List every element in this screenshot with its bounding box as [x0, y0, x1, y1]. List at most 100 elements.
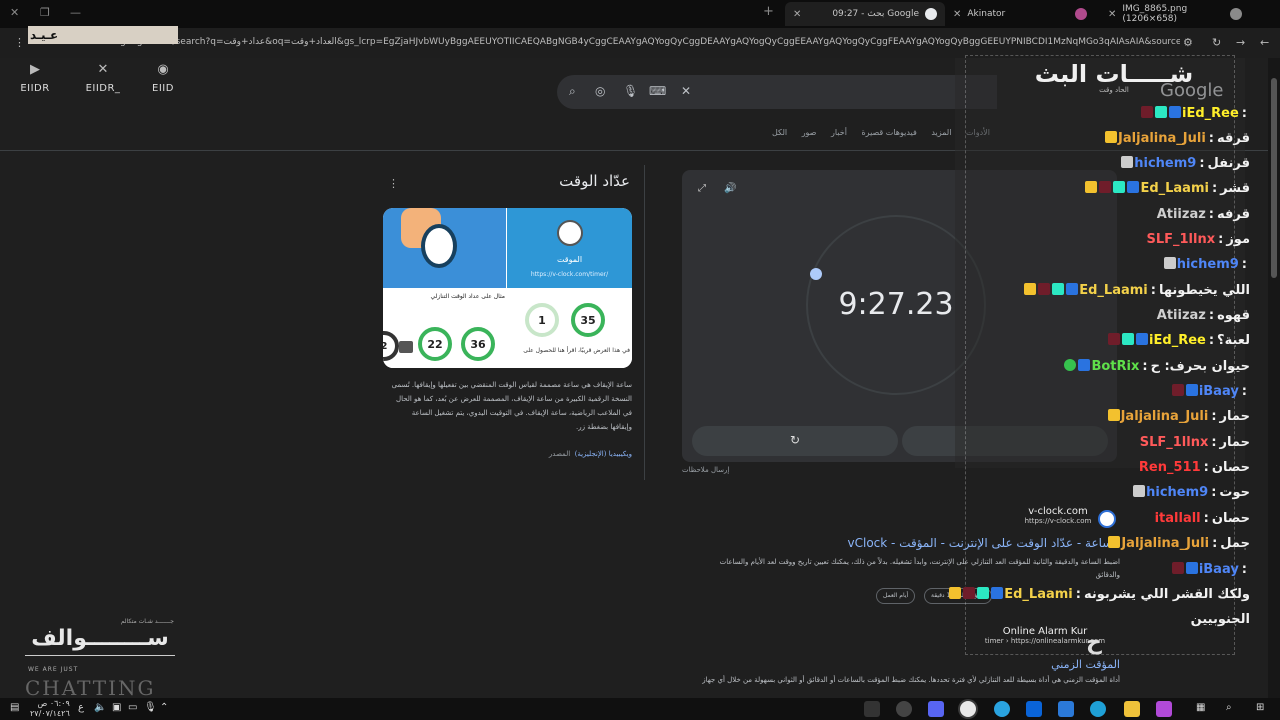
keyboard-icon[interactable]: ⌨	[649, 84, 666, 98]
back-icon[interactable]: ←	[1260, 36, 1269, 49]
mail-taskbar-icon[interactable]	[1026, 701, 1042, 717]
more-options-icon[interactable]: ⋮	[388, 177, 399, 190]
telegram-taskbar-icon[interactable]	[994, 701, 1010, 717]
search-box[interactable]: ⌕ ◎ 🎙 ⌨ ✕	[557, 75, 997, 109]
tray-chevron-icon[interactable]: ⌃	[160, 702, 168, 713]
window-minimize-icon[interactable]: —	[70, 6, 81, 19]
copilot-taskbar-icon[interactable]	[1156, 701, 1172, 717]
lens-icon[interactable]: ◎	[595, 84, 605, 98]
social-discord: ◉ EIID	[138, 62, 188, 94]
tab-shorts[interactable]: فيديوهات قصيرة	[861, 128, 916, 137]
tab-akinator[interactable]: ✕ Akinator	[945, 2, 1095, 26]
page-scrollbar[interactable]	[1268, 58, 1280, 698]
forward-icon[interactable]: →	[1236, 36, 1245, 49]
taskbar-app-icon[interactable]	[864, 701, 880, 717]
new-tab-button[interactable]: +	[763, 4, 774, 19]
store-taskbar-icon[interactable]	[1058, 701, 1074, 717]
taskbar-clock[interactable]: ٠٦:٠٩ ص ٢٧/٠٧/١٤٢٦	[30, 699, 70, 719]
chat-separator: :	[1241, 106, 1247, 121]
discord-taskbar-icon[interactable]	[928, 701, 944, 717]
microphone-icon[interactable]: 🎙	[623, 84, 638, 98]
mod-badge-icon	[1078, 359, 1091, 371]
crown-badge-icon	[1024, 283, 1037, 295]
scrollbar-thumb[interactable]	[1271, 78, 1277, 278]
mod-badge-icon	[1169, 106, 1181, 118]
url-text[interactable]: google.com/search?q=عداد+وقت&oq=العداد+و…	[120, 37, 1180, 47]
tab-all[interactable]: الكل	[772, 128, 787, 137]
close-tab-icon[interactable]: ✕	[793, 9, 801, 20]
chat-message-text: ولكك القشر اللي يشربونه	[1083, 587, 1250, 602]
keyboard-language[interactable]: ع	[78, 702, 84, 713]
display-icon[interactable]: ▭	[128, 702, 137, 713]
youtube-icon: ▶	[30, 62, 40, 77]
knowledge-panel-images[interactable]: الموقت https://v-clock.com/timer/ مثال ع…	[383, 208, 632, 368]
mod-badge-icon	[1185, 562, 1198, 574]
tab-image[interactable]: ✕ IMG_8865.png (1206×658)	[1100, 2, 1250, 26]
reload-icon[interactable]: ↻	[1212, 36, 1221, 49]
source-link[interactable]: ويكيبيديا (الإنجليزية)	[575, 450, 632, 458]
chat-separator: :	[1211, 435, 1217, 450]
tab-news[interactable]: أخبار	[831, 128, 847, 137]
tab-images[interactable]: صور	[802, 128, 817, 137]
mic-icon[interactable]: 🎙	[144, 702, 157, 713]
feedback-link[interactable]: إرسال ملاحظات	[682, 466, 729, 474]
network-icon[interactable]: ▣	[112, 702, 121, 713]
crown-badge-icon	[1108, 536, 1121, 548]
tab-more[interactable]: المزيد	[931, 128, 951, 137]
clear-search-icon[interactable]: ✕	[681, 84, 691, 98]
chat-badges	[948, 587, 1004, 602]
vclock-image[interactable]: الموقت https://v-clock.com/timer/	[507, 208, 632, 288]
chat-message-text: حيوان بحرف: ح	[1150, 359, 1250, 374]
task-view-icon[interactable]: ▦	[1196, 702, 1205, 713]
taskbar-search-icon[interactable]: ⌕	[1226, 702, 1232, 713]
close-tab-icon[interactable]: ✕	[953, 9, 961, 20]
start-icon[interactable]: ⊞	[1256, 702, 1264, 713]
chat-badges	[1084, 181, 1140, 196]
ring-digit: 2	[383, 331, 399, 361]
article-image[interactable]: مثال على عداد الوقت التنازلي 2 22 36	[383, 289, 506, 368]
explorer-taskbar-icon[interactable]	[1124, 701, 1140, 717]
search-icon[interactable]: ⌕	[569, 84, 576, 99]
timer-progress-dot	[810, 268, 822, 280]
fullscreen-icon[interactable]: ⤢	[698, 183, 706, 194]
stream-logo-banner: عـيـد	[28, 26, 178, 44]
edge-taskbar-icon[interactable]	[1090, 701, 1106, 717]
mod-badge-icon	[1066, 283, 1079, 295]
site-settings-icon[interactable]: ⚙	[1183, 36, 1193, 49]
social-label: EIID	[152, 83, 174, 94]
chat-username: BotRix	[1091, 359, 1140, 374]
brand-tagline: جـــــــد شـات متكالم	[120, 618, 174, 625]
taskbar-app-icon[interactable]	[896, 701, 912, 717]
stopwatch-hand-image[interactable]	[383, 208, 506, 288]
reset-button[interactable]: ↻	[692, 426, 898, 456]
source-label: المصدر	[548, 450, 571, 458]
chat-username: Ren_511	[1138, 460, 1201, 475]
tab-google-search[interactable]: ✕ 09:27 - بحث Google	[785, 2, 945, 26]
knowledge-panel-description: ساعة الإيقاف هي ساعة مصممة لقياس الوقت ا…	[391, 381, 632, 431]
chat-separator: :	[1218, 232, 1224, 247]
vip-badge-icon	[1052, 283, 1065, 295]
chat-separator: :	[1208, 207, 1214, 222]
result-title[interactable]: المؤقت الزمني	[930, 658, 1120, 671]
chat-username: hichem9	[1176, 257, 1239, 272]
result-chip[interactable]: أيام العمل	[876, 588, 916, 604]
gallery-icon[interactable]	[399, 341, 413, 353]
close-tab-icon[interactable]: ✕	[1108, 9, 1116, 20]
swaleef-logo-icon: ح	[1086, 630, 1102, 655]
sound-icon[interactable]: 🔊	[724, 183, 736, 194]
window-close-icon[interactable]: ✕	[10, 6, 19, 19]
vclock-logo-icon	[1098, 510, 1116, 528]
countdown-rings-image[interactable]: 1 35 في هذا العرض قريبًا، اقرأ هنا للحصو…	[507, 289, 632, 368]
window-restore-icon[interactable]: ❐	[40, 6, 50, 19]
chat-message: اللي يخيطونها:Ed_Laami	[960, 283, 1250, 305]
chat-separator: :	[1142, 359, 1148, 374]
address-bar: ⋮ ⚙ ↻ → ← google.com/search?q=عداد+وقت&o…	[0, 28, 1280, 58]
menu-dots-icon[interactable]: ⋮	[14, 36, 25, 49]
chat-message: قرفه:Atiizaz	[960, 207, 1250, 229]
sub-badge-icon	[1099, 181, 1112, 193]
notification-icon[interactable]: ▤	[10, 702, 19, 713]
chrome-taskbar-icon[interactable]	[960, 701, 976, 717]
article-heading: مثال على عداد الوقت التنازلي	[430, 293, 505, 300]
volume-icon[interactable]: 🔈	[94, 702, 106, 713]
panel-divider	[644, 165, 645, 480]
